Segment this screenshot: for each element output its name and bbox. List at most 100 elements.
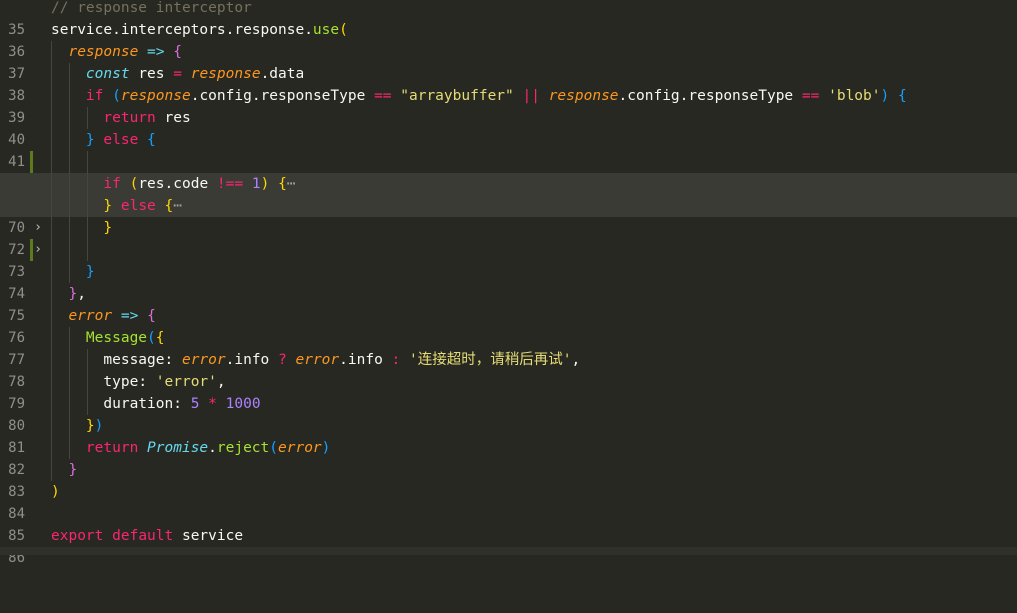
- code-line[interactable]: 81 }): [0, 415, 1017, 456]
- code-line[interactable]: 78 message: error.info ? error.info : '连…: [0, 349, 1017, 390]
- code-line-folded[interactable]: 70 › } else {⋯: [0, 195, 1017, 257]
- code-line[interactable]: 83 }: [0, 459, 1017, 500]
- parameter: error: [68, 308, 113, 324]
- parameter: response: [120, 88, 191, 104]
- code-editor[interactable]: 35 // response interceptor 36 service.in…: [0, 0, 1017, 566]
- parameter: error: [295, 352, 340, 368]
- code-line[interactable]: 73: [0, 239, 1017, 280]
- identifier: res: [164, 110, 191, 126]
- indent-guide: [69, 239, 70, 261]
- line-code[interactable]: // response interceptor: [51, 0, 252, 19]
- line-code[interactable]: ): [51, 481, 60, 503]
- code-line[interactable]: 72 }: [0, 217, 1017, 258]
- keyword: default: [112, 528, 174, 544]
- line-code[interactable]: }: [51, 459, 77, 481]
- line-code[interactable]: message: error.info ? error.info : '连接超时…: [51, 349, 580, 371]
- code-line[interactable]: 76 error => {: [0, 305, 1017, 346]
- code-line[interactable]: 37 response => {: [0, 41, 1017, 82]
- line-code[interactable]: }: [51, 217, 112, 239]
- identifier: responseType: [260, 88, 366, 104]
- code-line[interactable]: 35 // response interceptor: [0, 0, 1017, 38]
- number: 5: [190, 396, 200, 412]
- modified-line-marker: [30, 239, 33, 261]
- line-code[interactable]: response => {: [51, 41, 182, 63]
- line-code[interactable]: return res: [51, 107, 191, 129]
- function-name: reject: [216, 440, 270, 456]
- line-code[interactable]: type: 'error',: [51, 371, 225, 393]
- parameter: response: [68, 44, 139, 60]
- line-code[interactable]: },: [51, 283, 85, 305]
- code-line[interactable]: 40 return res: [0, 107, 1017, 148]
- keyword: else: [103, 132, 139, 148]
- identifier: info: [234, 352, 270, 368]
- object-key: duration: [103, 396, 174, 412]
- identifier: res: [138, 66, 165, 82]
- keyword: export: [51, 528, 104, 544]
- parameter: response: [190, 66, 261, 82]
- line-code[interactable]: } else {⋯: [51, 195, 182, 217]
- identifier: code: [173, 176, 209, 192]
- code-line[interactable]: 77 Message({: [0, 327, 1017, 368]
- parameter: error: [278, 440, 322, 456]
- keyword: else: [120, 198, 156, 214]
- indent-guide: [69, 151, 70, 173]
- line-code[interactable]: duration: 5 * 1000: [51, 393, 261, 415]
- identifier: res: [138, 176, 165, 192]
- identifier: responseType: [688, 88, 794, 104]
- parameter: error: [181, 352, 226, 368]
- code-line[interactable]: 80 duration: 5 * 1000: [0, 393, 1017, 434]
- line-code[interactable]: const res = response.data: [51, 63, 304, 85]
- indent-guide: [51, 239, 52, 261]
- line-code[interactable]: return Promise.reject(error): [51, 437, 330, 459]
- line-code[interactable]: } else {: [51, 129, 156, 151]
- line-code[interactable]: if (res.code !== 1) {⋯: [51, 173, 296, 195]
- line-code[interactable]: export default service: [51, 525, 243, 547]
- line-code[interactable]: }): [51, 415, 103, 437]
- folded-ellipsis-icon[interactable]: ⋯: [173, 198, 182, 214]
- code-line-folded[interactable]: 43 › if (res.code !== 1) {⋯: [0, 173, 1017, 235]
- function-name: Message: [85, 330, 148, 346]
- code-line[interactable]: 36 service.interceptors.response.use(: [0, 19, 1017, 60]
- code-line[interactable]: 41 } else {: [0, 129, 1017, 170]
- keyword: const: [85, 66, 130, 82]
- code-line[interactable]: 42: [0, 151, 1017, 192]
- comment: // response interceptor: [51, 0, 252, 16]
- code-line[interactable]: 79 type: 'error',: [0, 371, 1017, 412]
- line-code[interactable]: service.interceptors.response.use(: [51, 19, 348, 41]
- indent-guide: [51, 151, 52, 173]
- code-line[interactable]: 39 if (response.config.responseType == "…: [0, 85, 1017, 126]
- code-line[interactable]: 75 },: [0, 283, 1017, 324]
- operator: ==: [374, 88, 392, 104]
- string: '连接超时，请稍后再试': [409, 352, 572, 368]
- identifier: config: [199, 88, 252, 104]
- class-name: Promise: [147, 440, 209, 456]
- code-line[interactable]: 84 ): [0, 481, 1017, 522]
- identifier: service: [51, 22, 113, 38]
- identifier: service: [181, 528, 244, 544]
- number: 1000: [225, 396, 261, 412]
- indent-guide: [87, 239, 88, 261]
- operator: !==: [216, 176, 244, 192]
- folded-ellipsis-icon[interactable]: ⋯: [287, 176, 296, 192]
- code-line[interactable]: 74 }: [0, 261, 1017, 302]
- line-code[interactable]: }: [51, 261, 95, 283]
- operator: ?: [278, 352, 287, 368]
- code-line[interactable]: 86 export default service: [0, 525, 1017, 566]
- identifier: info: [347, 352, 383, 368]
- line-code[interactable]: if (response.config.responseType == "arr…: [51, 85, 907, 107]
- code-line[interactable]: 85: [0, 503, 1017, 544]
- arrow-operator: =>: [120, 308, 139, 324]
- line-code[interactable]: error => {: [51, 305, 155, 327]
- function-name: use: [312, 22, 340, 38]
- identifier: config: [627, 88, 680, 104]
- operator: ||: [522, 88, 540, 104]
- operator: ==: [801, 88, 820, 104]
- code-line[interactable]: 38 const res = response.data: [0, 63, 1017, 104]
- code-line[interactable]: 82 return Promise.reject(error): [0, 437, 1017, 478]
- string: 'blob': [828, 88, 881, 104]
- keyword: if: [85, 88, 104, 104]
- parameter: response: [548, 88, 619, 104]
- line-code[interactable]: Message({: [51, 327, 165, 349]
- object-key: type: [103, 374, 139, 390]
- modified-line-marker: [30, 151, 33, 173]
